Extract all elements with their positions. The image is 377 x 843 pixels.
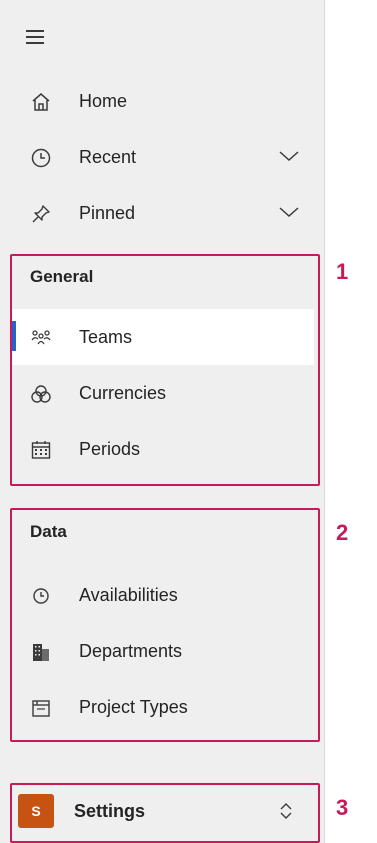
- nav-item-label: Pinned: [79, 202, 136, 223]
- clock-icon: [31, 148, 51, 168]
- chevron-down-icon[interactable]: [278, 149, 300, 163]
- callout-number-1: 1: [336, 259, 349, 284]
- highlight-box-general: [10, 254, 320, 486]
- hamburger-menu-icon[interactable]: [26, 30, 44, 44]
- nav-item-pinned[interactable]: Pinned: [0, 185, 322, 241]
- nav-item-home[interactable]: Home: [0, 73, 322, 129]
- nav-item-recent[interactable]: Recent: [0, 129, 322, 185]
- nav-item-label: Home: [79, 90, 128, 111]
- highlight-box-settings: [10, 783, 320, 843]
- nav-item-label: Recent: [79, 146, 137, 167]
- highlight-box-data: [10, 508, 320, 742]
- callout-number-3: 3: [336, 795, 349, 820]
- chevron-down-icon[interactable]: [278, 205, 300, 219]
- callout-number-2: 2: [336, 520, 349, 545]
- home-icon: [32, 93, 50, 111]
- pin-icon: [32, 205, 50, 223]
